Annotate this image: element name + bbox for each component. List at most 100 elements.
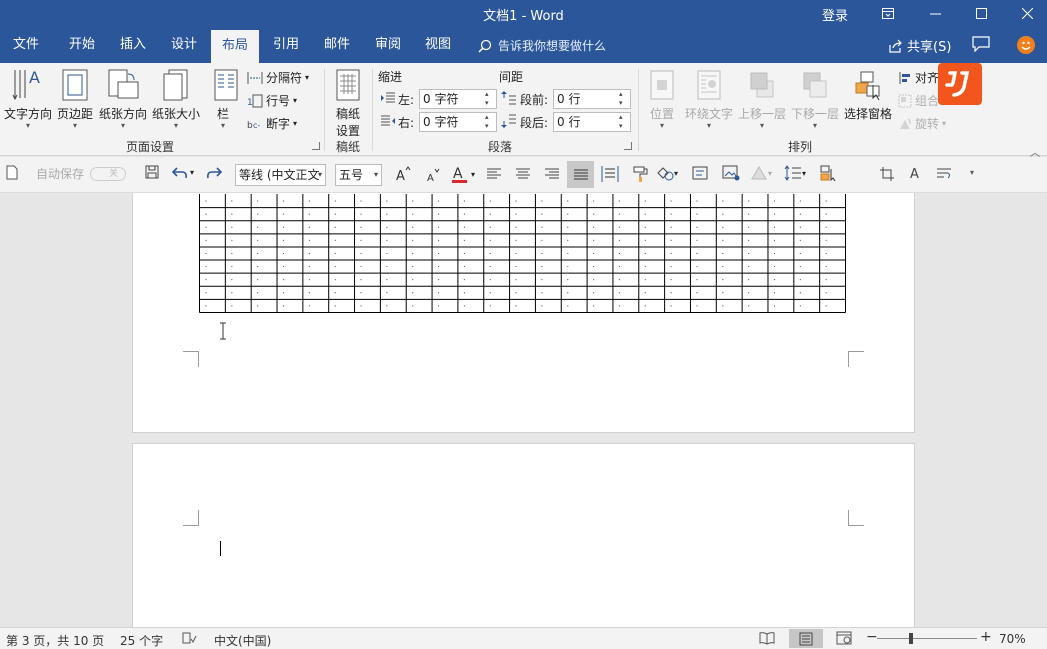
zoom-in-icon[interactable]: +: [980, 629, 992, 645]
new-document-button[interactable]: [6, 165, 18, 180]
space-before-input[interactable]: 0 行 ▴ ▾: [553, 89, 631, 109]
customize-qat-icon[interactable]: ▾: [970, 168, 974, 177]
send-backward-button[interactable]: 下移一层 ▾: [790, 67, 840, 130]
font-color-button[interactable]: A ▾: [451, 164, 475, 184]
zoom-out-icon[interactable]: −: [866, 629, 878, 645]
undo-button[interactable]: ▾: [172, 165, 194, 179]
selection-pane-qat-button[interactable]: [820, 165, 838, 181]
position-button[interactable]: 位置 ▾: [644, 67, 680, 130]
shape-fill-button[interactable]: ▾: [656, 165, 678, 181]
maximize-button[interactable]: [958, 0, 1004, 27]
tab-layout[interactable]: 布局: [211, 30, 259, 63]
web-layout-icon[interactable]: [836, 631, 852, 648]
picture-button[interactable]: [722, 165, 740, 181]
tab-insert[interactable]: 插入: [110, 27, 156, 63]
text-box-button[interactable]: [692, 166, 708, 180]
paragraph-launcher[interactable]: [624, 142, 632, 150]
space-after-input[interactable]: 0 行 ▴ ▾: [553, 112, 631, 132]
tab-view[interactable]: 视图: [415, 27, 461, 63]
text-direction-button[interactable]: A 文字方向 ▾: [2, 67, 54, 130]
justify-button[interactable]: [567, 161, 594, 188]
print-layout-icon[interactable]: [789, 629, 823, 648]
ribbon-display-options-button[interactable]: [865, 0, 911, 27]
draft-paper-settings-button[interactable]: 稿纸 设置: [330, 67, 366, 139]
close-button[interactable]: [1004, 0, 1047, 27]
page-count[interactable]: 第 3 页，共 10 页: [6, 632, 104, 649]
breaks-button[interactable]: 分隔符 ▾: [247, 69, 309, 86]
indent-right-input[interactable]: 0 字符 ▴ ▾: [419, 112, 497, 132]
page-setup-launcher[interactable]: [312, 142, 320, 150]
autosave-toggle[interactable]: 自动保存 关: [36, 165, 127, 182]
read-mode-icon[interactable]: [759, 631, 775, 648]
chevron-down-icon[interactable]: ▾: [674, 169, 678, 178]
share-button[interactable]: 共享(S): [888, 36, 951, 55]
cell-end-mark: [308, 200, 310, 202]
proofing-icon[interactable]: [181, 631, 197, 648]
wrap-text-button[interactable]: 环绕文字 ▾: [684, 67, 734, 130]
tab-file[interactable]: 文件: [4, 27, 48, 63]
align-right-button[interactable]: [544, 168, 560, 180]
align-center-button[interactable]: [515, 168, 531, 180]
save-button[interactable]: [145, 165, 159, 179]
object-effects-button[interactable]: ▾: [750, 165, 772, 181]
document-page[interactable]: [132, 193, 915, 433]
distributed-button[interactable]: [601, 165, 619, 183]
chevron-down-icon[interactable]: ▾: [471, 170, 475, 179]
tab-references[interactable]: 引用: [263, 27, 309, 63]
feedback-smiley-icon[interactable]: [1017, 36, 1035, 54]
autosave-switch[interactable]: 关: [90, 166, 127, 181]
tell-me-box[interactable]: 告诉我你想要做什么: [478, 37, 606, 54]
text-wrap-qat-button[interactable]: [936, 166, 952, 182]
grow-font-button[interactable]: A: [395, 166, 411, 182]
ribbon-tab-bar: 文件 开始 插入 设计 布局 引用 邮件 审阅 视图 告诉我你想要做什么 共享(…: [0, 27, 1047, 63]
line-spacing-button[interactable]: ▾: [784, 165, 806, 181]
align-button[interactable]: 对齐: [898, 69, 939, 86]
chevron-down-icon[interactable]: ▾: [802, 169, 806, 178]
group-objects-button[interactable]: 组合: [898, 92, 939, 109]
spinner-arrows-icon[interactable]: ▴ ▾: [619, 113, 627, 131]
tab-mailings[interactable]: 邮件: [314, 27, 360, 63]
tab-review[interactable]: 审阅: [365, 27, 411, 63]
redo-icon: [207, 167, 222, 179]
format-painter-button[interactable]: [632, 165, 650, 183]
text-effects-button[interactable]: A: [909, 165, 923, 181]
grid-table[interactable]: [199, 194, 847, 314]
undo-dropdown-icon[interactable]: ▾: [190, 168, 194, 177]
document-canvas[interactable]: [0, 193, 1047, 627]
paper-size-button[interactable]: 纸张大小 ▾: [150, 67, 202, 130]
font-size-combobox[interactable]: 五号 ▾: [335, 164, 382, 186]
bring-forward-button[interactable]: 上移一层 ▾: [737, 67, 787, 130]
cell-end-mark: [593, 200, 595, 202]
chevron-down-icon[interactable]: ▾: [768, 169, 772, 178]
language-indicator[interactable]: 中文(中国): [214, 632, 271, 649]
margins-button[interactable]: 页边距 ▾: [55, 67, 95, 130]
hyphenation-button[interactable]: b c- 断字 ▾: [247, 115, 297, 132]
comments-button[interactable]: [972, 36, 990, 55]
line-numbers-button[interactable]: 1 行号 ▾: [247, 92, 297, 109]
word-count[interactable]: 25 个字: [120, 632, 163, 649]
spinner-arrows-icon[interactable]: ▴ ▾: [485, 113, 493, 131]
minimize-button[interactable]: [912, 0, 958, 27]
tab-design[interactable]: 设计: [161, 27, 207, 63]
shrink-font-button[interactable]: A: [425, 167, 441, 183]
indent-left-input[interactable]: 0 字符 ▴ ▾: [419, 89, 497, 109]
zoom-slider-track[interactable]: [877, 638, 977, 639]
zoom-level[interactable]: 70%: [999, 632, 1026, 646]
columns-button[interactable]: 栏 ▾: [208, 67, 238, 130]
crop-button[interactable]: [879, 166, 895, 182]
font-name-combobox[interactable]: 等线 (中文正文 ▾: [235, 164, 326, 186]
selection-pane-button[interactable]: 选择窗格: [843, 67, 893, 122]
tab-home[interactable]: 开始: [58, 27, 106, 63]
chevron-down-icon[interactable]: ▾: [374, 165, 378, 185]
spinner-arrows-icon[interactable]: ▴ ▾: [485, 90, 493, 108]
chevron-down-icon[interactable]: ▾: [318, 165, 322, 185]
redo-button[interactable]: [206, 165, 222, 179]
rotate-button[interactable]: 旋转 ▾: [898, 115, 946, 132]
align-left-button[interactable]: [486, 168, 502, 180]
zoom-slider-thumb[interactable]: [909, 633, 913, 644]
document-page[interactable]: [132, 443, 915, 627]
login-link[interactable]: 登录: [822, 5, 848, 24]
spinner-arrows-icon[interactable]: ▴ ▾: [619, 90, 627, 108]
orientation-button[interactable]: 纸张方向 ▾: [97, 67, 149, 130]
cell-end-mark: [412, 305, 414, 307]
